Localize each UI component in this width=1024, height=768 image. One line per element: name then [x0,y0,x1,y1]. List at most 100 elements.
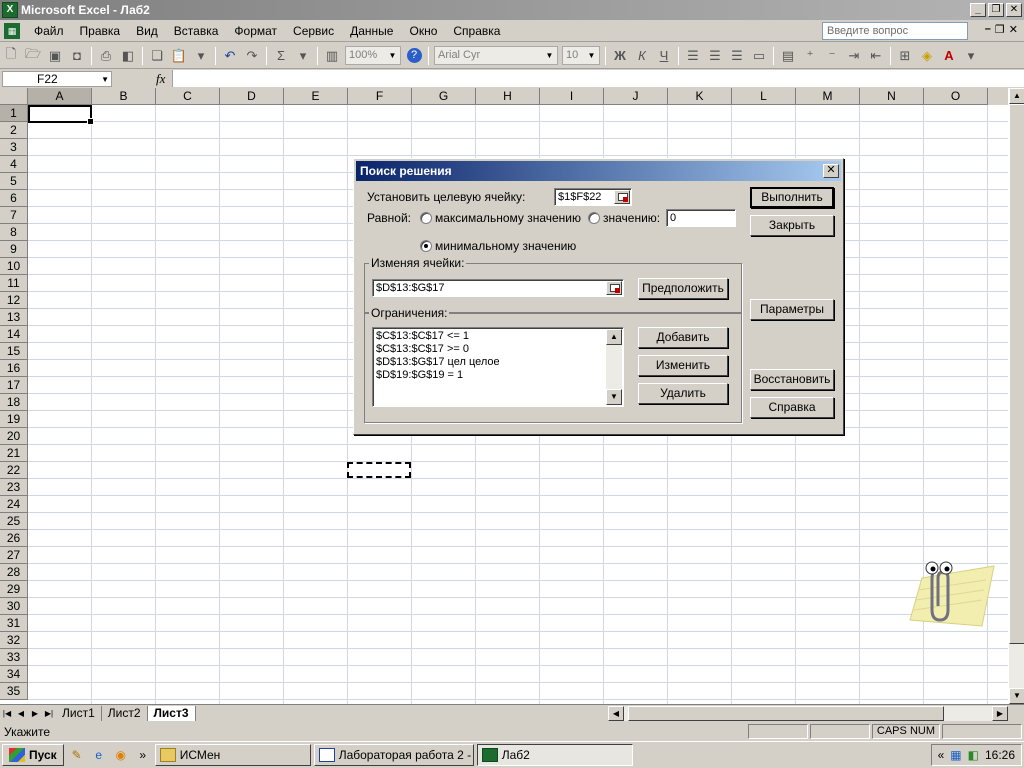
row-header-1[interactable]: 1 [0,105,28,122]
first-sheet-icon[interactable]: |◀ [0,709,14,718]
column-header-N[interactable]: N [860,88,924,105]
column-header-E[interactable]: E [284,88,348,105]
row-header-20[interactable]: 20 [0,428,28,445]
list-item[interactable]: $C$13:$C$17 >= 0 [376,343,620,356]
column-header-I[interactable]: I [540,88,604,105]
chart-wizard-icon[interactable]: ▥ [321,46,343,66]
row-header-13[interactable]: 13 [0,309,28,326]
row-header-23[interactable]: 23 [0,479,28,496]
tray-expand-icon[interactable]: « [938,748,945,762]
column-header-J[interactable]: J [604,88,668,105]
scroll-down-icon[interactable]: ▼ [1009,688,1024,704]
row-header-28[interactable]: 28 [0,564,28,581]
row-header-16[interactable]: 16 [0,360,28,377]
new-icon[interactable]: 🗋 [0,46,22,66]
row-header-29[interactable]: 29 [0,581,28,598]
constraints-scrollbar[interactable]: ▲ ▼ [606,329,622,405]
open-icon[interactable]: 🗁 [22,46,44,66]
row-header-7[interactable]: 7 [0,207,28,224]
row-header-19[interactable]: 19 [0,411,28,428]
change-button[interactable]: Изменить [638,355,728,376]
last-sheet-icon[interactable]: ▶| [42,709,56,718]
title-bar[interactable]: X Microsoft Excel - Лаб2 _ ❐ ✕ [0,0,1024,20]
collapse-dialog-icon[interactable] [614,190,630,204]
options-button[interactable]: Параметры [750,299,834,320]
menu-data[interactable]: Данные [342,24,401,38]
constraints-list[interactable]: $C$13:$C$17 <= 1 $C$13:$C$17 >= 0 $D$13:… [372,327,624,407]
row-header-17[interactable]: 17 [0,377,28,394]
align-left-icon[interactable]: ☰ [682,46,704,66]
italic-button[interactable]: К [631,46,653,66]
formula-input[interactable] [172,70,1024,87]
list-item[interactable]: $C$13:$C$17 <= 1 [376,330,620,343]
chevron-down-icon[interactable]: ▼ [543,48,556,63]
row-header-14[interactable]: 14 [0,326,28,343]
office-assistant-clippy[interactable] [902,548,997,632]
align-right-icon[interactable]: ☰ [726,46,748,66]
help-button[interactable]: Справка [750,397,834,418]
tray-app-icon[interactable]: ◧ [968,748,979,762]
column-header-A[interactable]: A [28,88,92,105]
horizontal-scroll-thumb[interactable] [628,706,944,721]
horizontal-scrollbar[interactable]: ◀ ▶ [608,706,1008,721]
tray-network-icon[interactable]: ▦ [950,748,961,762]
quicklaunch-ie-icon[interactable]: e [90,746,108,764]
mdi-close-button[interactable]: ✕ [1009,23,1018,36]
menu-format[interactable]: Формат [226,24,285,38]
name-box[interactable]: F22 ▼ [2,70,112,87]
clock[interactable]: 16:26 [985,748,1015,762]
column-header-L[interactable]: L [732,88,796,105]
column-header-D[interactable]: D [220,88,284,105]
row-header-27[interactable]: 27 [0,547,28,564]
row-header-12[interactable]: 12 [0,292,28,309]
max-radio[interactable] [420,212,432,224]
row-header-26[interactable]: 26 [0,530,28,547]
insert-function-icon[interactable]: fx [156,71,165,87]
menu-window[interactable]: Окно [401,24,445,38]
column-header-F[interactable]: F [348,88,412,105]
row-header-11[interactable]: 11 [0,275,28,292]
increase-decimal-icon[interactable]: ⁺ [799,46,821,66]
delete-button[interactable]: Удалить [638,383,728,404]
start-button[interactable]: Пуск [2,744,64,766]
solve-button[interactable]: Выполнить [750,187,834,208]
row-header-18[interactable]: 18 [0,394,28,411]
guess-button[interactable]: Предположить [638,278,728,299]
prev-sheet-icon[interactable]: ◀ [14,709,28,718]
row-header-33[interactable]: 33 [0,649,28,666]
column-header-C[interactable]: C [156,88,220,105]
row-header-21[interactable]: 21 [0,445,28,462]
font-size-combo[interactable]: 10 ▼ [562,46,600,65]
add-button[interactable]: Добавить [638,327,728,348]
column-header-B[interactable]: B [92,88,156,105]
quicklaunch-pencil-icon[interactable]: ✎ [68,746,86,764]
align-center-icon[interactable]: ☰ [704,46,726,66]
task-word-doc[interactable]: Лабораторая работа 2 - ... [313,744,474,766]
help-question-input[interactable]: Введите вопрос [822,22,968,40]
permission-icon[interactable]: ◘ [66,46,88,66]
undo-icon[interactable]: ↶ [219,46,241,66]
format-painter-icon[interactable]: ▾ [190,46,212,66]
reset-all-button[interactable]: Восстановить [750,369,834,390]
row-header-15[interactable]: 15 [0,343,28,360]
row-header-10[interactable]: 10 [0,258,28,275]
save-icon[interactable]: ▣ [44,46,66,66]
underline-button[interactable]: Ч [653,46,675,66]
row-header-6[interactable]: 6 [0,190,28,207]
menu-edit[interactable]: Правка [72,24,129,38]
close-window-button[interactable]: ✕ [1006,3,1022,17]
paste-icon[interactable]: 📋 [168,46,190,66]
sheet-tab-3[interactable]: Лист3 [147,705,196,721]
borders-icon[interactable]: ⊞ [894,46,916,66]
vertical-scrollbar[interactable]: ▲ ▼ [1008,88,1024,704]
row-header-32[interactable]: 32 [0,632,28,649]
bold-button[interactable]: Ж [609,46,631,66]
indent-icon[interactable]: ⇥ [843,46,865,66]
help-icon[interactable]: ? [403,46,425,66]
menu-insert[interactable]: Вставка [166,24,227,38]
menu-tools[interactable]: Сервис [285,24,342,38]
column-header-M[interactable]: M [796,88,860,105]
currency-icon[interactable]: ▤ [777,46,799,66]
row-header-9[interactable]: 9 [0,241,28,258]
changing-cells-input[interactable]: $D$13:$G$17 [372,279,624,297]
